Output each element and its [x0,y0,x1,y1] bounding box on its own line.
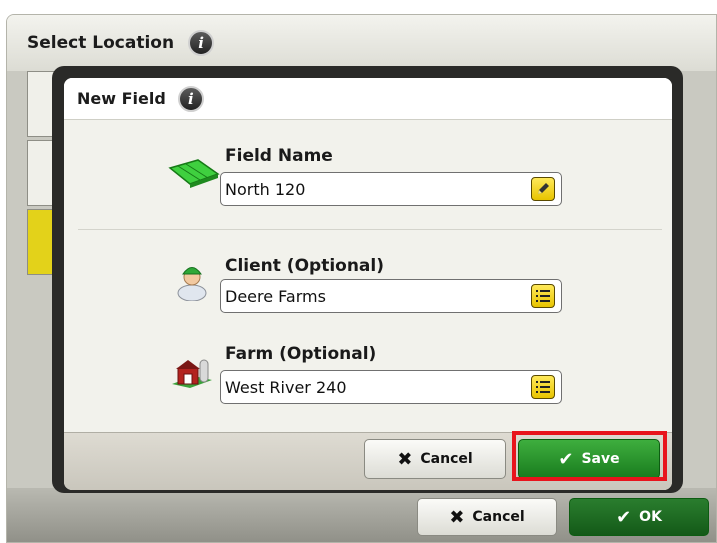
field-name-label: Field Name [225,146,333,166]
farm-label: Farm (Optional) [225,344,377,364]
x-icon: ✖ [397,448,413,470]
outer-cancel-label: Cancel [472,509,525,525]
field-name-value: North 120 [225,179,306,199]
ok-button[interactable]: ✔ OK [569,498,709,536]
outer-cancel-button[interactable]: ✖ Cancel [417,498,557,536]
select-location-title: Select Location [27,33,175,53]
cancel-label: Cancel [420,451,473,467]
cancel-button[interactable]: ✖ Cancel [364,439,506,479]
screen: Select Location i ✖ Cancel ✔ OK New Fiel… [0,0,717,543]
field-icon [168,159,220,188]
farm-value: West River 240 [225,377,347,397]
x-icon: ✖ [449,506,465,528]
client-icon [177,267,207,301]
client-value: Deere Farms [225,286,326,306]
dialog-title: New Field [77,89,166,108]
select-location-footer: ✖ Cancel ✔ OK [7,488,716,542]
client-label: Client (Optional) [225,256,385,276]
client-select[interactable]: Deere Farms [220,279,562,313]
info-icon[interactable]: i [188,30,215,56]
new-field-dialog: New Field i Field Name North 120 Client … [64,78,672,490]
field-name-input[interactable]: North 120 [220,172,562,206]
info-icon[interactable]: i [177,85,204,112]
ok-label: OK [639,509,662,525]
select-location-header: Select Location i [7,15,716,71]
checkmark-icon: ✔ [616,506,632,528]
pencil-icon[interactable] [531,177,555,201]
divider [78,229,662,230]
dialog-header: New Field i [64,78,672,120]
farm-icon [172,359,212,388]
save-highlight [512,431,667,481]
list-icon[interactable] [531,284,555,308]
list-icon[interactable] [531,375,555,399]
farm-select[interactable]: West River 240 [220,370,562,404]
